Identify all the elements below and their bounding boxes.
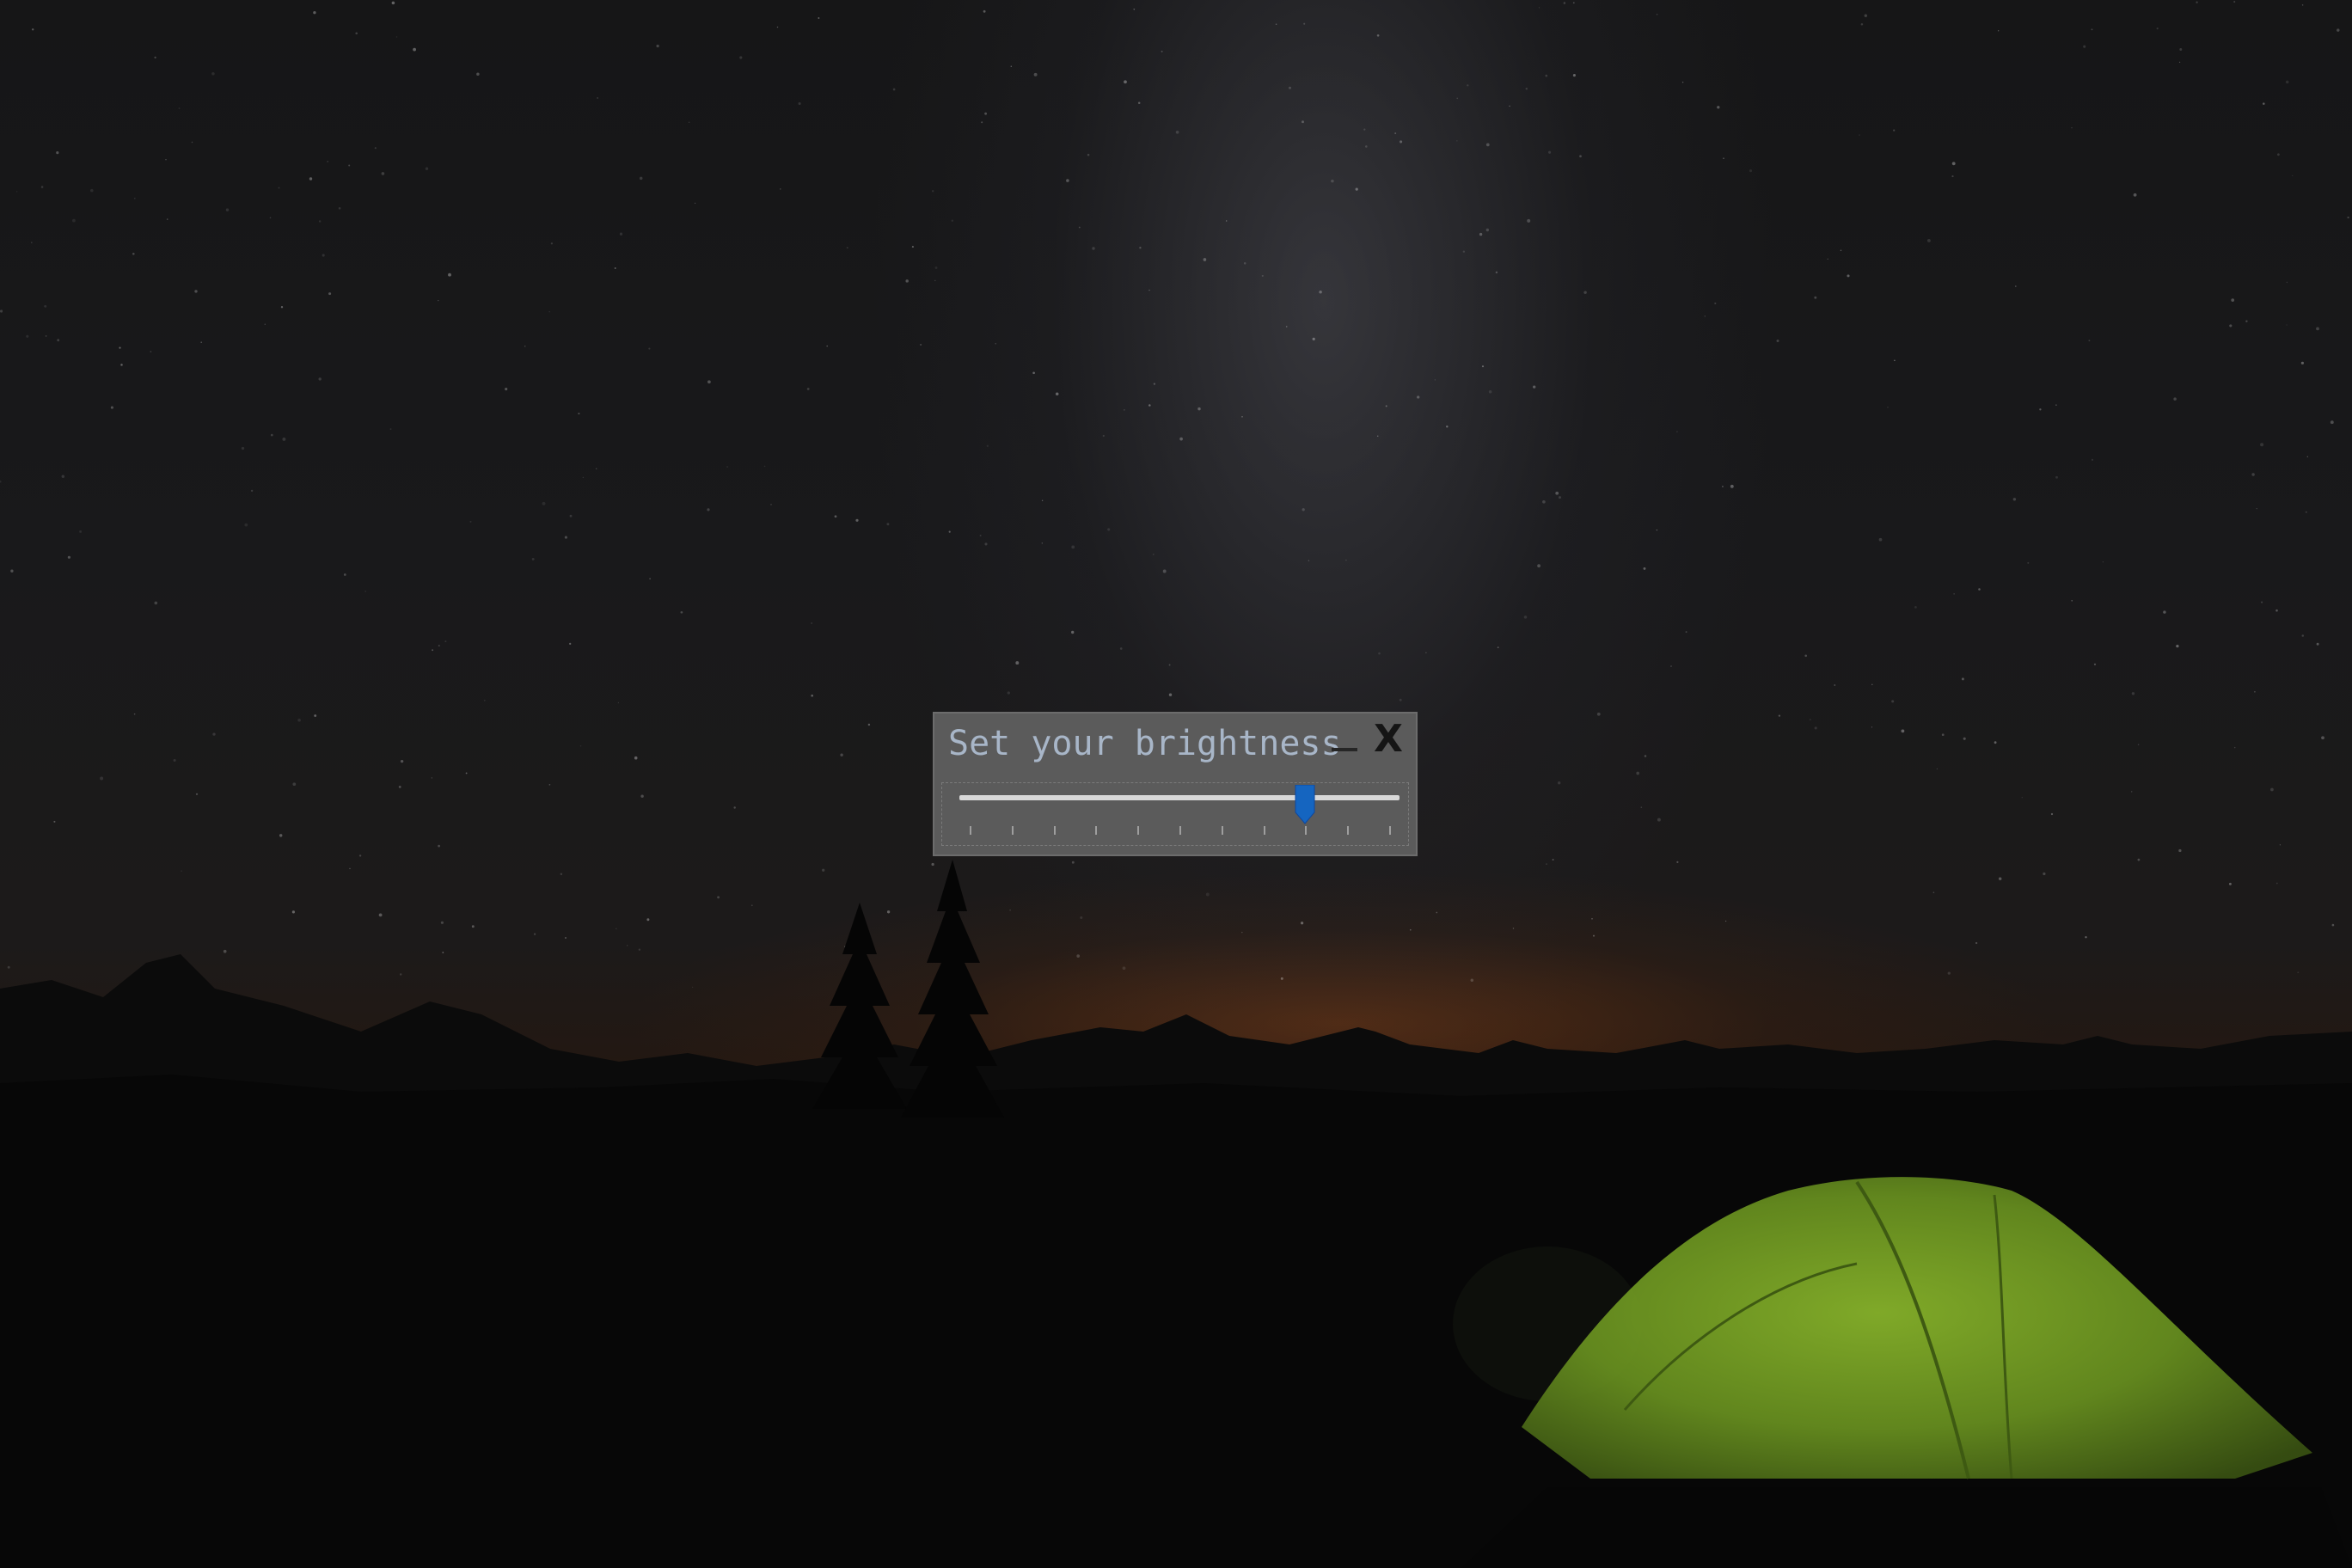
slider-tick: [1095, 826, 1098, 835]
slider-tick: [1305, 826, 1308, 835]
slider-thumb[interactable]: [1294, 785, 1316, 824]
slider-tick: [1389, 826, 1391, 835]
minimize-icon[interactable]: [1332, 748, 1357, 751]
brightness-dialog: Set your brightness X: [933, 712, 1418, 856]
slider-tick: [1053, 826, 1056, 835]
slider-tick: [1221, 826, 1223, 835]
slider-tick: [1011, 826, 1014, 835]
slider-tick: [970, 826, 971, 835]
slider-tick: [1179, 826, 1181, 835]
close-button[interactable]: X: [1370, 719, 1406, 760]
brightness-slider[interactable]: [941, 782, 1409, 846]
slider-ticks: [959, 826, 1400, 836]
slider-tick: [1263, 826, 1265, 835]
slider-tick: [1137, 826, 1140, 835]
dialog-title: Set your brightness: [948, 724, 1342, 763]
slider-tick: [1347, 826, 1350, 835]
slider-track[interactable]: [959, 785, 1400, 824]
desktop-background: Set your brightness X: [0, 0, 2352, 1568]
